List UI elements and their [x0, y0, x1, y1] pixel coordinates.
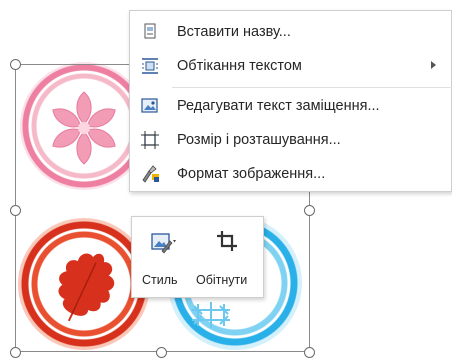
menu-item-insert-caption[interactable]: Вставити назву...: [130, 15, 452, 49]
crop-icon: [217, 231, 237, 251]
menu-item-label: Редагувати текст заміщення...: [177, 98, 380, 114]
wrap-text-icon: [142, 58, 158, 74]
resize-handle-middle-left[interactable]: [10, 205, 21, 216]
mini-toolbar: Стиль Обітнути: [131, 216, 264, 298]
style-button-label: Стиль: [142, 273, 178, 287]
menu-item-format-picture[interactable]: Формат зображення...: [130, 157, 452, 191]
menu-item-edit-alt-text[interactable]: Редагувати текст заміщення...: [130, 89, 452, 123]
crop-button-label: Обітнути: [196, 273, 248, 287]
format-picture-icon: [142, 165, 159, 183]
menu-item-label: Вставити назву...: [177, 24, 291, 40]
style-button[interactable]: Стиль: [132, 217, 190, 299]
resize-handle-middle-right[interactable]: [304, 205, 315, 216]
resize-handle-bottom-center[interactable]: [156, 347, 167, 358]
menu-item-size-position[interactable]: Розмір і розташування...: [130, 123, 452, 157]
edit-alt-text-icon: [141, 98, 158, 113]
menu-item-label: Формат зображення...: [177, 166, 326, 182]
resize-handle-bottom-left[interactable]: [10, 347, 21, 358]
submenu-arrow-icon: [431, 61, 436, 69]
menu-item-label: Розмір і розташування...: [177, 132, 341, 148]
crop-button[interactable]: Обітнути: [194, 217, 264, 299]
insert-caption-icon: [144, 23, 156, 39]
picture-style-icon: [151, 233, 176, 254]
size-position-icon: [141, 131, 159, 149]
menu-item-label: Обтікання текстом: [177, 58, 302, 74]
menu-item-wrap-text[interactable]: Обтікання текстом: [130, 49, 452, 83]
resize-handle-bottom-right[interactable]: [304, 347, 315, 358]
resize-handle-top-left[interactable]: [10, 59, 21, 70]
menu-separator: [172, 87, 452, 88]
context-menu: Вставити назву... Обтікання текстом Реда…: [129, 10, 452, 192]
